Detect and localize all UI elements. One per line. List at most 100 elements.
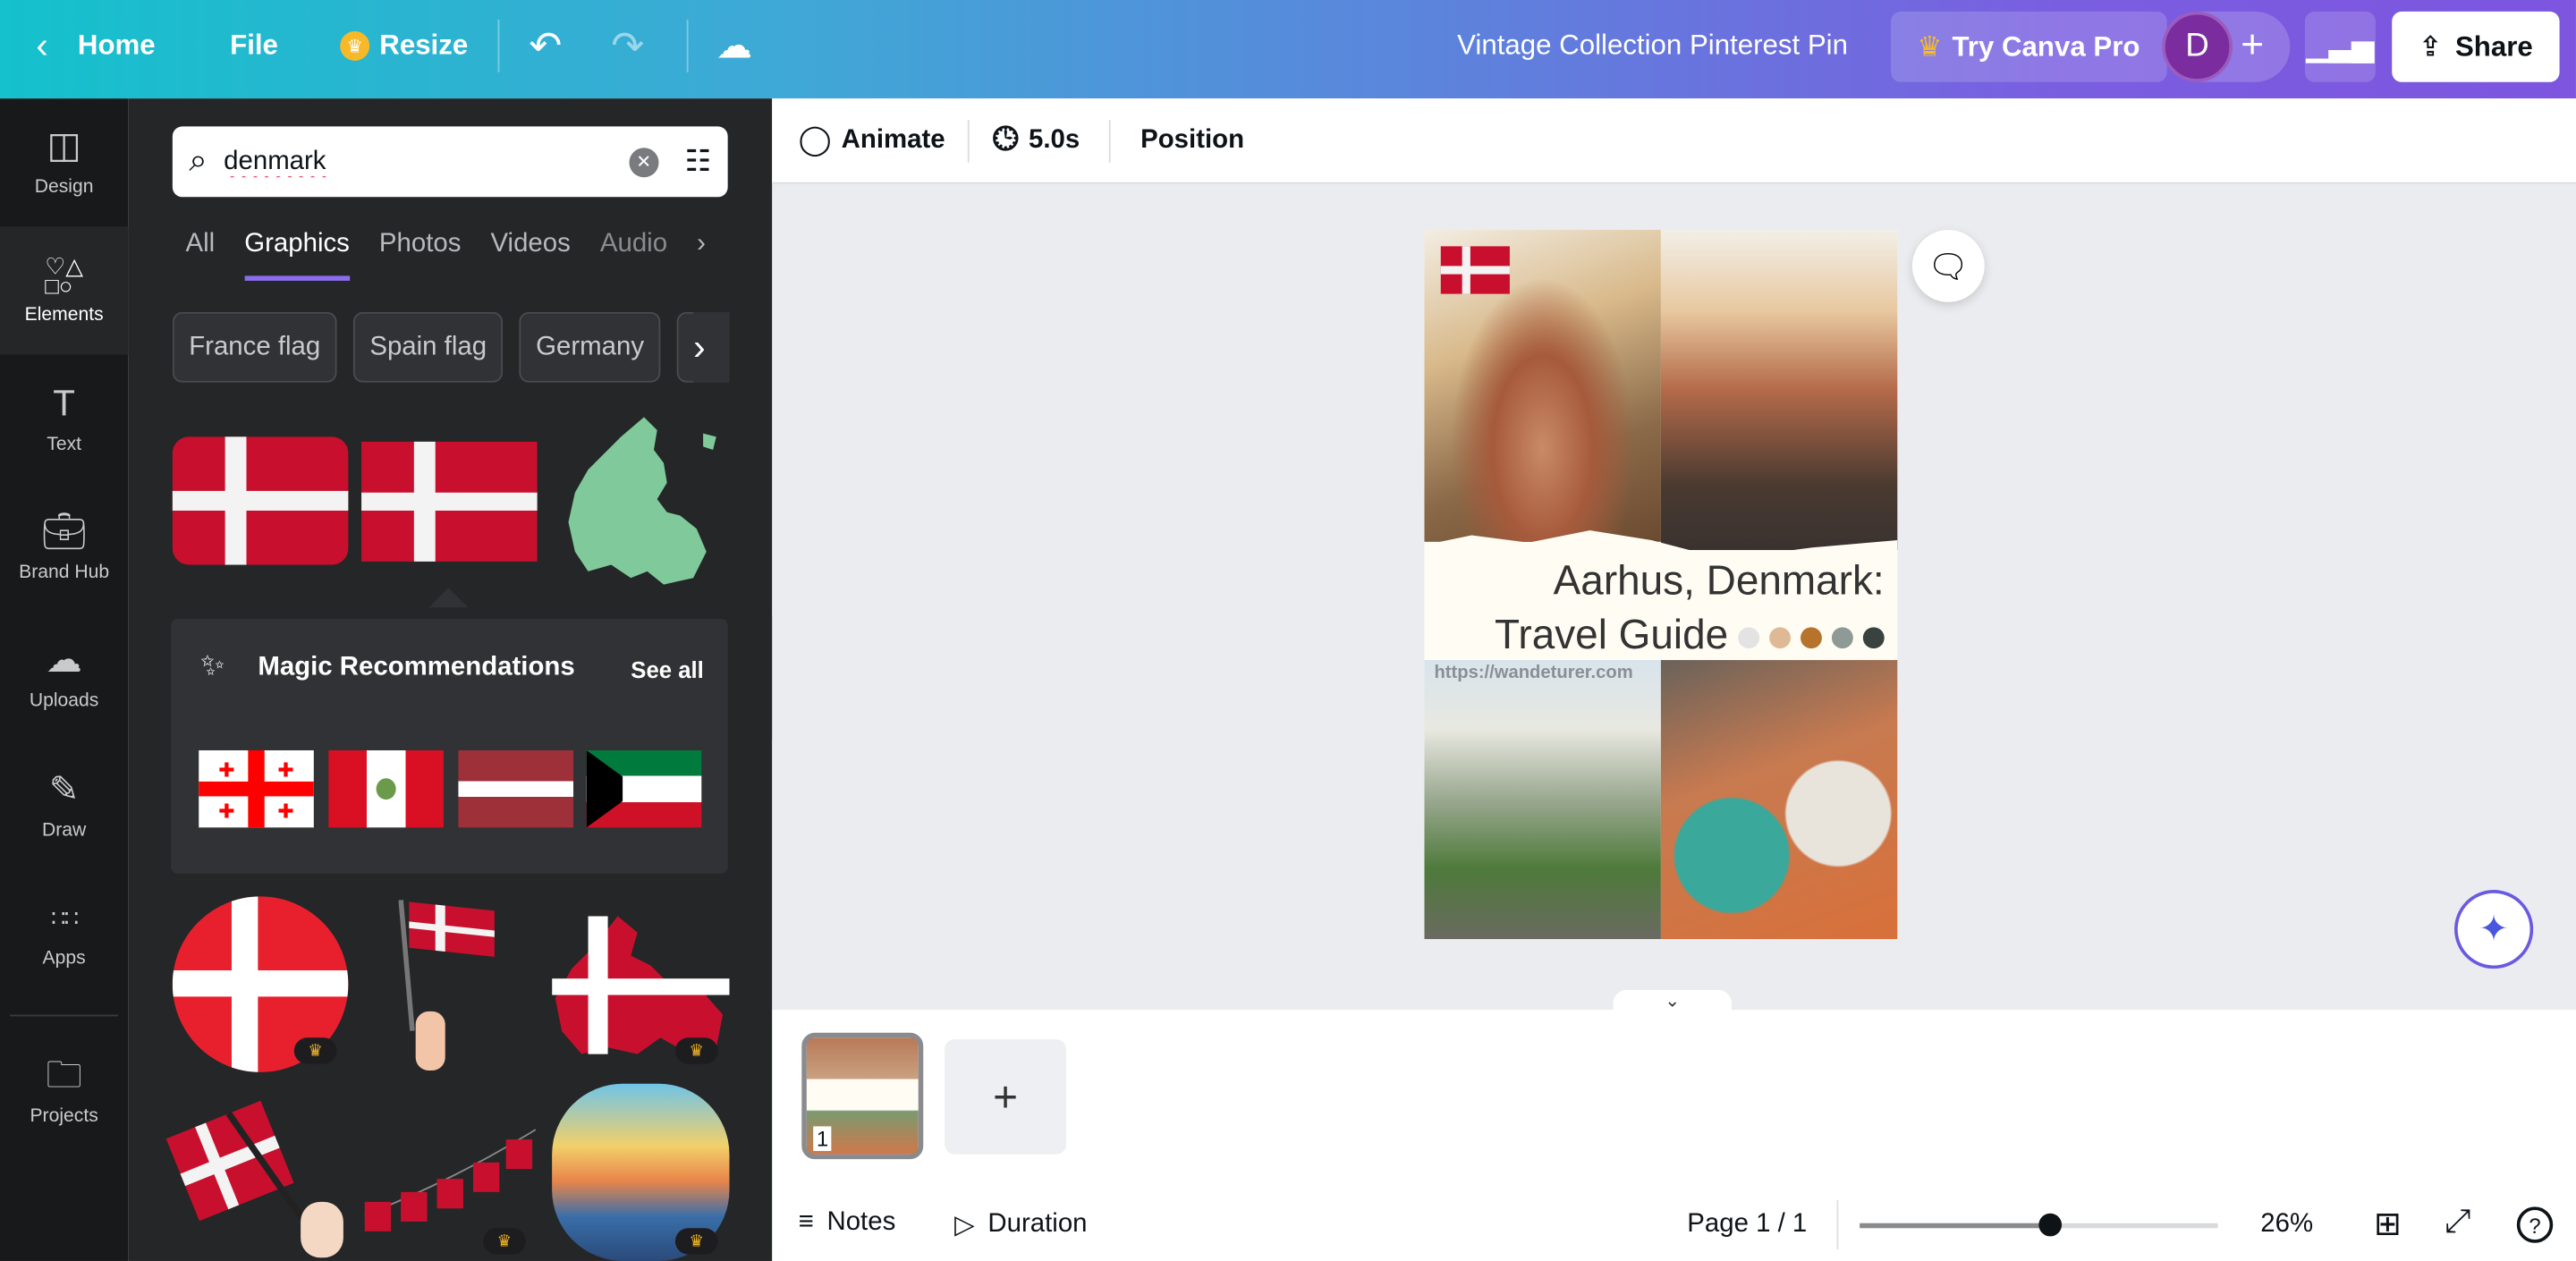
search-box: ⌕ ✕ ☷ [172, 126, 728, 198]
add-collaborator-icon[interactable]: + [2241, 0, 2264, 92]
try-canva-pro-button[interactable]: ♛ Try Canva Pro [1891, 11, 2166, 82]
resize-button[interactable]: ♛ Resize [340, 0, 468, 92]
sidebar: ◫ Design ♡△ □○ Elements T Text 💼︎ Brand Hub ☁… [0, 98, 129, 1261]
design-url[interactable]: https://wandeturer.com [1434, 664, 1632, 683]
add-page-button[interactable]: + [945, 1039, 1067, 1155]
magic-title: Magic Recommendations [258, 653, 575, 681]
sidebar-item-text[interactable]: T Text [0, 356, 128, 484]
see-all-link[interactable]: See all [631, 656, 704, 682]
clear-search-icon[interactable]: ✕ [629, 147, 659, 177]
top-bar: ‹ Home File ♛ Resize ↶ ↷ ☁ Vintage Collect… [0, 0, 2576, 99]
brand-icon: 💼︎ [40, 510, 88, 552]
tab-graphics[interactable]: Graphics [244, 230, 350, 281]
help-icon[interactable]: ? [2516, 1206, 2554, 1243]
tab-videos[interactable]: Videos [490, 230, 570, 281]
fullscreen-icon[interactable]: ⤢ [2445, 1204, 2470, 1241]
sidebar-item-draw[interactable]: ✎ Draw [0, 742, 128, 870]
clock-icon: 🕒︎ [992, 121, 1019, 158]
notes-icon: ≡ [798, 1208, 814, 1237]
redo-icon[interactable]: ↷ [611, 0, 644, 92]
search-icon: ⌕ [189, 142, 208, 180]
sidebar-item-apps[interactable]: ∷∷ Apps [0, 870, 128, 998]
canvas-area: ◯ Animate 🕒︎ 5.0s Position Aarhus, Denmark… [772, 98, 2576, 1013]
graphic-hand-holding-flag[interactable] [398, 896, 497, 1073]
text-icon: T [53, 382, 75, 424]
upload-icon: ⇪ [2419, 30, 2443, 62]
pro-crown-icon: ♛ [674, 1228, 718, 1255]
palette-swatch [1831, 627, 1853, 649]
sidebar-item-uploads[interactable]: ☁ Uploads [0, 613, 128, 741]
sidebar-item-brand-hub[interactable]: 💼︎ Brand Hub [0, 485, 128, 613]
page-indicator[interactable]: Page 1 / 1 [1687, 1210, 1807, 1240]
grid-view-icon[interactable]: ⊞ [2374, 1204, 2402, 1245]
share-button[interactable]: ⇪ Share [2392, 11, 2560, 82]
bottom-bar: ≡ Notes ▷ Duration Page 1 / 1 26% ⊞ ⤢ ? [772, 1190, 2576, 1261]
zoom-level[interactable]: 26% [2260, 1210, 2313, 1240]
design-page[interactable]: Aarhus, Denmark: Travel Guide https://wa… [1424, 230, 1898, 940]
cloud-upload-icon: ☁ [46, 639, 82, 681]
animate-button[interactable]: ◯ Animate [799, 123, 945, 158]
filter-sliders-icon[interactable]: ☷ [685, 145, 712, 180]
graphic-flag-bunting[interactable] [361, 1116, 538, 1231]
graphic-georgia-flag[interactable]: ✚ ✚ ✚ ✚ [199, 750, 314, 828]
design-title[interactable]: Aarhus, Denmark: Travel Guide [1441, 555, 1885, 664]
position-button[interactable]: Position [1140, 125, 1244, 155]
add-comment-icon[interactable]: 🗨︎ [1911, 230, 1985, 302]
chips-next-chevron-icon[interactable]: › [693, 311, 730, 383]
insights-chart-icon[interactable]: ▁▃▅ [2304, 11, 2376, 82]
pro-crown-icon: ♛ [482, 1228, 526, 1255]
page-thumbnail[interactable]: 1 [801, 1032, 924, 1160]
street-photo [1660, 230, 1898, 551]
home-button[interactable]: ‹ Home [36, 0, 155, 92]
undo-icon[interactable]: ↶ [529, 0, 562, 92]
pro-crown-icon: ♛ [293, 1037, 337, 1064]
folder-icon: 🗀︎ [46, 1054, 82, 1096]
graphic-kuwait-flag[interactable] [586, 750, 702, 828]
chip-spain-flag[interactable]: Spain flag [352, 311, 504, 383]
graphic-denmark-map[interactable] [565, 414, 716, 588]
context-toolbar: ◯ Animate 🕒︎ 5.0s Position [772, 98, 2576, 184]
layout-icon: ◫ [47, 124, 81, 166]
duration-button[interactable]: 🕒︎ 5.0s [993, 122, 1080, 159]
palette-swatch [1769, 627, 1792, 649]
document-title[interactable]: Vintage Collection Pinterest Pin [1457, 0, 1848, 92]
color-palette [1728, 613, 1885, 658]
notes-button[interactable]: ≡ Notes [799, 1208, 896, 1238]
play-icon: ▷ [954, 1211, 975, 1240]
tab-photos[interactable]: Photos [379, 230, 461, 281]
sidebar-item-elements[interactable]: ♡△ □○ Elements [0, 226, 129, 355]
graphic-denmark-flag-rounded[interactable] [172, 436, 349, 565]
file-menu[interactable]: File [230, 0, 278, 92]
tab-all[interactable]: All [186, 230, 216, 281]
palette-swatch [1862, 627, 1885, 649]
search-input[interactable] [224, 147, 613, 177]
town-photo [1424, 660, 1661, 940]
graphic-peru-flag[interactable] [328, 750, 444, 828]
duration-timeline-button[interactable]: ▷ Duration [954, 1208, 1087, 1241]
magic-assistant-icon[interactable]: ✦ [2454, 890, 2534, 969]
chip-germany[interactable]: Germany [519, 311, 661, 383]
shapes-icon: ♡△ □○ [45, 252, 84, 300]
sidebar-item-projects[interactable]: 🗀︎ Projects [0, 1028, 128, 1155]
sidebar-item-design[interactable]: ◫ Design [0, 98, 128, 226]
pages-strip: 1 + [772, 1010, 2576, 1191]
zoom-slider[interactable] [1860, 1213, 2218, 1237]
chip-france-flag[interactable]: France flag [172, 311, 337, 383]
food-photo [1660, 660, 1898, 940]
crown-icon: ♛ [340, 30, 370, 61]
tab-audio[interactable]: Audio [600, 230, 667, 281]
animate-icon: ◯ [798, 123, 832, 157]
search-tabs: All Graphics Photos Videos Audio › [186, 230, 735, 281]
graphic-denmark-flag[interactable] [361, 441, 538, 562]
apps-grid-icon: ∷∷ [51, 904, 79, 931]
tabs-next-chevron-icon[interactable]: › [697, 230, 706, 281]
graphic-latvia-flag[interactable] [458, 750, 574, 828]
cloud-saved-icon[interactable]: ☁ [716, 0, 752, 92]
avatar[interactable]: D [2162, 11, 2233, 82]
sparkle-icon: ✨︎ [200, 648, 225, 681]
crown-icon: ♛ [1917, 30, 1943, 62]
elements-panel: ⌕ ✕ ☷ All Graphics Photos Videos Audio ›… [128, 98, 773, 1261]
pro-crown-icon: ♛ [674, 1037, 718, 1064]
graphic-waving-flag-hand[interactable] [165, 1094, 353, 1261]
palette-swatch [1738, 627, 1760, 649]
